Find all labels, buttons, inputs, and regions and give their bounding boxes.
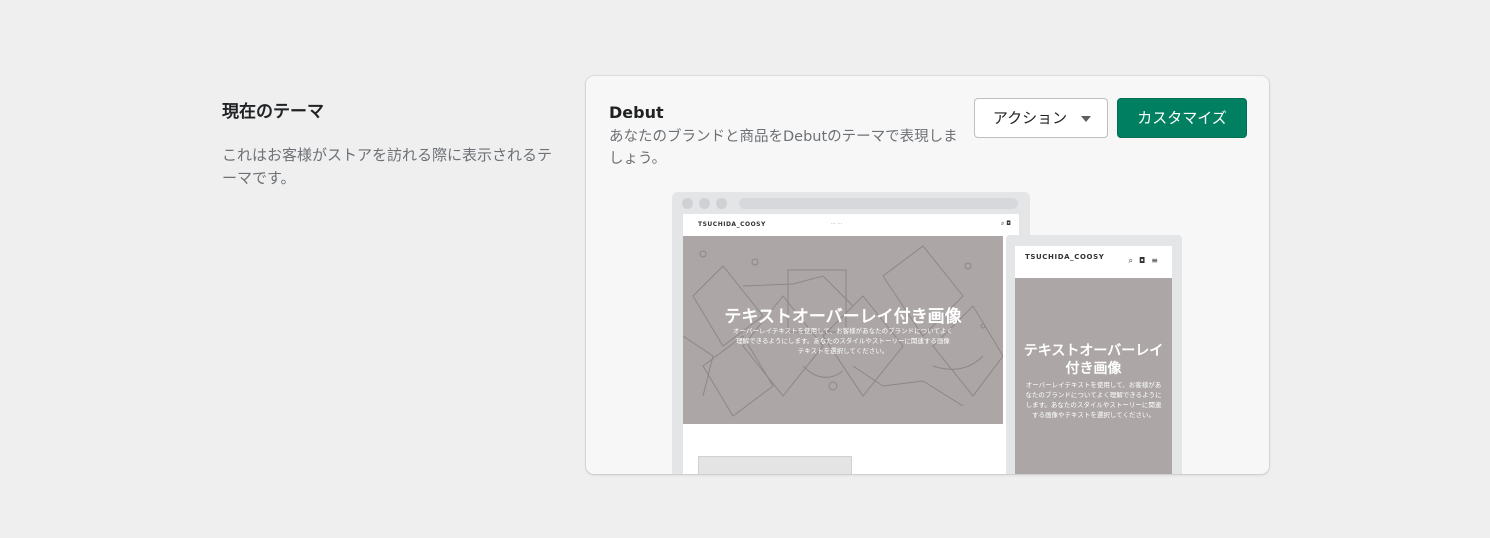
mobile-store-header: TSUCHIDA_COOSY ⌕◘≡ (1015, 246, 1172, 278)
customize-button[interactable]: カスタマイズ (1117, 98, 1247, 138)
window-dot (716, 198, 727, 209)
mobile-header-icons: ⌕◘≡ (1128, 256, 1164, 266)
mobile-store-name: TSUCHIDA_COOSY (1025, 253, 1105, 261)
mobile-hero-text: オーバーレイテキストを使用して、お客様があなたのブランドについてよく理解できるよ… (1025, 381, 1162, 419)
window-dot (682, 198, 693, 209)
section-description: これはお客様がストアを訪れる際に表示されるテーマです。 (222, 146, 553, 187)
desktop-header-icons: ⌕ ◘ (1000, 220, 1011, 227)
desktop-hero-text: オーバーレイテキストを使用して、お客様があなたのブランドについてよく理解できるよ… (733, 327, 953, 355)
desktop-hero-image: テキストオーバーレイ付き画像 オーバーレイテキストを使用して、お客様があなたのブ… (683, 236, 1003, 424)
desktop-hero-title: テキストオーバーレイ付き画像 (724, 307, 962, 327)
mobile-hero-image: テキストオーバーレイ付き画像 オーバーレイテキストを使用して、お客様があなたのブ… (1015, 278, 1172, 474)
url-bar (739, 198, 1018, 209)
window-dot (699, 198, 710, 209)
hamburger-icon: ≡ (1151, 256, 1164, 265)
desktop-store-name: TSUCHIDA_COOSY (698, 221, 766, 228)
section-title: 現在のテーマ (222, 102, 324, 122)
desktop-preview: TSUCHIDA_COOSY ··· ··· ⌕ ◘ テキストオーバーレイ付き画… (672, 192, 1030, 474)
cart-icon: ◘ (1138, 256, 1152, 265)
actions-dropdown-button[interactable]: アクション (974, 98, 1108, 138)
desktop-nav-menu: ··· ··· (831, 221, 843, 227)
search-icon: ⌕ (1128, 256, 1139, 265)
actions-label: アクション (992, 109, 1068, 127)
desktop-store-header: TSUCHIDA_COOSY ··· ··· ⌕ ◘ (683, 214, 1019, 236)
customize-label: カスタマイズ (1137, 109, 1227, 127)
mobile-screen: TSUCHIDA_COOSY ⌕◘≡ テキストオーバーレイ付き画像 オーバーレイ… (1015, 246, 1172, 474)
theme-name: Debut (609, 103, 664, 122)
current-theme-card: Debut あなたのブランドと商品をDebutのテーマで表現しましょう。 アクシ… (586, 76, 1269, 474)
mobile-preview: TSUCHIDA_COOSY ⌕◘≡ テキストオーバーレイ付き画像 オーバーレイ… (1006, 235, 1182, 474)
theme-description: あなたのブランドと商品をDebutのテーマで表現しましょう。 (609, 129, 958, 167)
section-info: 現在のテーマ これはお客様がストアを訪れる際に表示されるテーマです。 (222, 100, 552, 190)
placeholder-block (698, 456, 852, 474)
desktop-screen: TSUCHIDA_COOSY ··· ··· ⌕ ◘ テキストオーバーレイ付き画… (683, 214, 1019, 474)
mobile-hero-title: テキストオーバーレイ付き画像 (1023, 343, 1164, 377)
caret-down-icon (1081, 116, 1091, 122)
